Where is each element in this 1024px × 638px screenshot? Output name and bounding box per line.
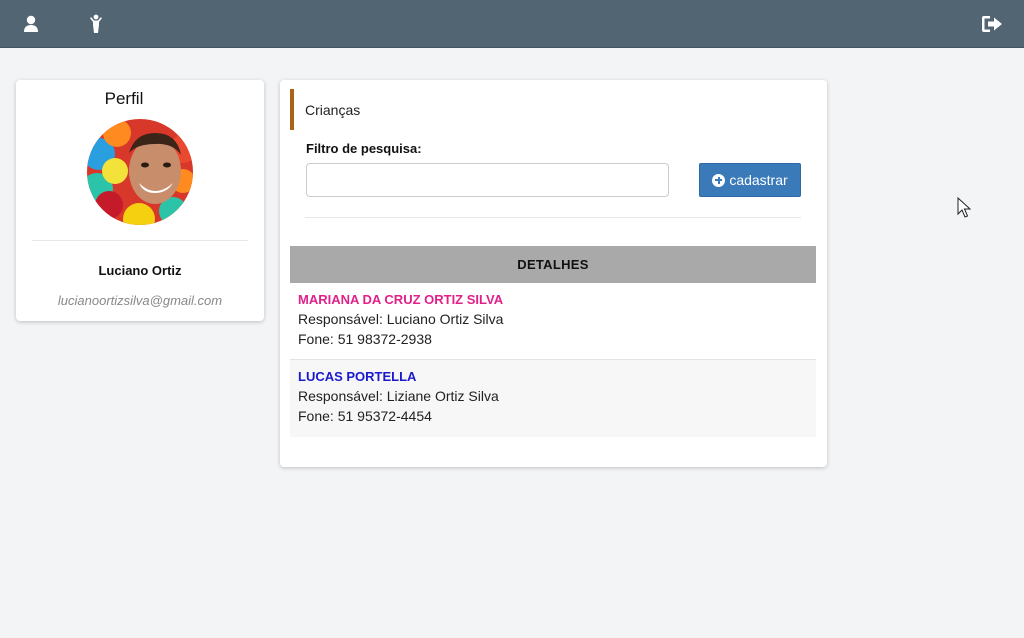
table-row[interactable]: MARIANA DA CRUZ ORTIZ SILVA Responsável:… — [290, 283, 816, 360]
section-accent-bar — [290, 89, 294, 130]
user-icon[interactable] — [19, 12, 43, 36]
profile-card — [16, 80, 264, 321]
add-child-button-label: cadastrar — [729, 172, 788, 188]
table-header: DETALHES — [290, 246, 816, 283]
profile-title: Perfil — [104, 89, 144, 108]
avatar — [87, 119, 193, 225]
add-child-button[interactable]: cadastrar — [699, 163, 801, 197]
profile-divider — [32, 240, 248, 241]
responsible-text: Responsável: Luciano Ortiz Silva — [298, 311, 504, 327]
plus-circle-icon — [712, 173, 726, 187]
profile-email: lucianoortizsilva@gmail.com — [57, 293, 223, 308]
table-row[interactable]: LUCAS PORTELLA Responsável: Liziane Orti… — [290, 360, 816, 437]
section-title: Crianças — [305, 102, 361, 118]
form-divider — [305, 217, 801, 218]
children-card: Crianças Filtro de pesquisa: cadastrar D… — [280, 80, 827, 467]
search-input[interactable] — [306, 163, 669, 197]
top-navbar — [0, 0, 1024, 48]
phone-text: Fone: 51 95372-4454 — [298, 408, 432, 424]
child-icon[interactable] — [84, 12, 108, 36]
logout-icon[interactable] — [980, 12, 1004, 36]
phone-text: Fone: 51 98372-2938 — [298, 331, 432, 347]
responsible-text: Responsável: Liziane Ortiz Silva — [298, 388, 499, 404]
mouse-cursor-icon — [957, 197, 971, 218]
child-name-link[interactable]: MARIANA DA CRUZ ORTIZ SILVA — [298, 291, 808, 309]
child-name-link[interactable]: LUCAS PORTELLA — [298, 368, 808, 386]
profile-name: Luciano Ortiz — [98, 263, 182, 278]
filter-label: Filtro de pesquisa: — [306, 141, 422, 156]
